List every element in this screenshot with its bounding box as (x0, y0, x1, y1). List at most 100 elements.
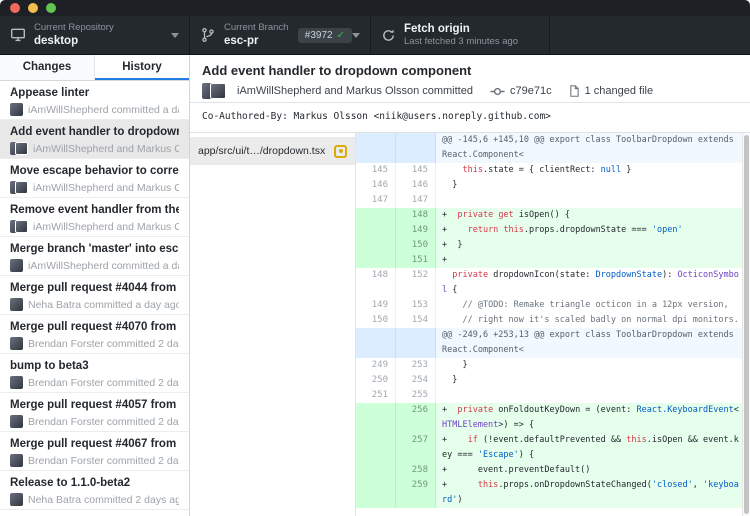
diff-gutter-old-line-number: 150 (356, 313, 396, 328)
diff-code-line: + return this.props.dropdownState === 'o… (436, 223, 742, 238)
diff-gutter-old-line-number: 146 (356, 178, 396, 193)
diff-gutter-old-line-number (356, 328, 396, 358)
diff-row: 250 254 } (356, 373, 742, 388)
diff-gutter-new-line-number (396, 328, 436, 358)
diff-code-line: this.state = { clientRect: null } (436, 163, 742, 178)
diff-code-line: } (436, 178, 742, 193)
commit-meta: iAmWillShepherd committed a day ago (10, 103, 179, 116)
diff-gutter-old-line-number (356, 478, 396, 508)
commit-list-item[interactable]: Merge pull request #4070 from desk.. Bren… (0, 315, 189, 354)
avatar (202, 83, 226, 99)
diff-gutter-new-line-number: 151 (396, 253, 436, 268)
tab-history[interactable]: History (94, 55, 189, 80)
diff-scrollbar (742, 133, 750, 516)
diff-gutter-new-line-number: 146 (396, 178, 436, 193)
diff-gutter-new-line-number: 147 (396, 193, 436, 208)
current-branch-button[interactable]: Current Branch esc-pr #3972 ✓ (190, 16, 371, 54)
diff-row: 258 + event.preventDefault() (356, 463, 742, 478)
commit-list-item[interactable]: Merge pull request #4067 from desk.. Bren… (0, 432, 189, 471)
file-modified-icon (334, 144, 347, 158)
chevron-down-icon (171, 32, 179, 38)
commit-meta: iAmWillShepherd and Markus Olsson… (10, 220, 179, 233)
commit-title: Remove event handler from the bran… (10, 204, 179, 216)
commit-title: Merge branch 'master' into esc-pr (10, 243, 179, 255)
avatar (10, 181, 28, 194)
diff-gutter-old-line-number: 251 (356, 388, 396, 403)
diff-row: 145 145 this.state = { clientRect: null } (356, 163, 742, 178)
main-panel: Add event handler to dropdown component … (190, 55, 750, 516)
avatar (10, 415, 23, 428)
commit-list-item[interactable]: Merge pull request #4057 from desk.. Bren… (0, 393, 189, 432)
diff-code-line: + private get isOpen() { (436, 208, 742, 223)
close-window-button[interactable] (10, 3, 20, 13)
diff-row: 251 255 (356, 388, 742, 403)
git-branch-icon (200, 27, 216, 43)
diff-gutter-new-line-number: 254 (396, 373, 436, 388)
commit-list-item[interactable]: Release to 1.1.0-beta2 Neha Batra committ… (0, 471, 189, 510)
diff-code-line: } (436, 373, 742, 388)
commit-list-item[interactable]: Move escape behavior to correct co… iAmWi… (0, 159, 189, 198)
minimize-window-button[interactable] (28, 3, 38, 13)
diff-row: 257 + if (!event.defaultPrevented && this… (356, 433, 742, 463)
app-window: Current Repository desktop Current Branc… (0, 0, 750, 516)
app-body: Changes History Appease linter iAmWillShe… (0, 55, 750, 516)
commit-list-item[interactable]: Merge pull request #4053 from d… (0, 510, 189, 516)
diff-gutter-old-line-number: 147 (356, 193, 396, 208)
commit-list-item[interactable]: bump to beta3 Brendan Forster committed 2… (0, 354, 189, 393)
commit-list-item[interactable]: Appease linter iAmWillShepherd committed … (0, 81, 189, 120)
branch-name: esc-pr (224, 35, 259, 47)
diff-code-line: @@ -145,6 +145,10 @@ export class Toolba… (436, 133, 742, 163)
file-list-item[interactable]: app/src/ui/t…/dropdown.tsx (190, 137, 355, 165)
diff-code-line: + event.preventDefault() (436, 463, 742, 478)
diff-gutter-new-line-number: 153 (396, 298, 436, 313)
fetch-origin-button[interactable]: Fetch origin Last fetched 3 minutes ago (371, 16, 550, 54)
diff-row: 256 + private onFoldoutKeyDown = (event: … (356, 403, 742, 433)
avatar (10, 142, 28, 155)
diff-row: 148 152 private dropdownIcon(state: Dropd… (356, 268, 742, 298)
repository-label: Current Repository (34, 22, 114, 33)
commit-meta-text: Brendan Forster committed 2 days ago (28, 337, 179, 350)
window-controls (10, 3, 56, 13)
commit-meta-text: iAmWillShepherd and Markus Olsson… (33, 181, 179, 194)
diff-row: @@ -249,6 +253,13 @@ export class Toolba… (356, 328, 742, 358)
diff-code-line: + if (!event.defaultPrevented && this.is… (436, 433, 742, 463)
diff-gutter-new-line-number: 149 (396, 223, 436, 238)
commit-title: Appease linter (10, 87, 90, 99)
commit-description: Co-Authored-By: Markus Olsson <niik@user… (190, 103, 750, 133)
commit-title: Add event handler to dropdown com… (10, 126, 179, 138)
changed-files-group: 1 changed file (568, 84, 653, 98)
commit-meta-text: iAmWillShepherd and Markus Olsson… (33, 142, 179, 155)
current-repository-button[interactable]: Current Repository desktop (0, 16, 190, 54)
diff-code-line: // right now it's scaled badly on normal… (436, 313, 742, 328)
commit-meta: iAmWillShepherd and Markus Olsson commit… (202, 83, 738, 99)
diff-gutter-old-line-number: 249 (356, 358, 396, 373)
diff-gutter-old-line-number (356, 433, 396, 463)
diff-code-line: @@ -249,6 +253,13 @@ export class Toolba… (436, 328, 742, 358)
zoom-window-button[interactable] (46, 3, 56, 13)
tab-changes[interactable]: Changes (0, 55, 94, 80)
sync-icon (381, 28, 396, 43)
commit-list-item[interactable]: Merge pull request #4044 from des… Neha B… (0, 276, 189, 315)
scrollbar-thumb[interactable] (744, 135, 749, 514)
diff-row: 259 + this.props.onDropdownStateChanged('… (356, 478, 742, 508)
commit-meta: iAmWillShepherd and Markus Olsson… (10, 142, 179, 155)
commit-meta: Neha Batra committed a day ago (10, 298, 179, 311)
commit-list-item[interactable]: Remove event handler from the bran… iAmWi… (0, 198, 189, 237)
toolbar: Current Repository desktop Current Branc… (0, 16, 750, 55)
commit-content: app/src/ui/t…/dropdown.tsx @@ -145,6 +14… (190, 133, 750, 516)
diff-row: @@ -145,6 +145,10 @@ export class Toolba… (356, 133, 742, 163)
commit-meta: Brendan Forster committed 2 days ago (10, 376, 179, 389)
commit-meta-text: iAmWillShepherd committed a day ago (28, 103, 179, 116)
diff-row: 149 153 // @TODO: Remake triangle octicon… (356, 298, 742, 313)
avatar (10, 103, 23, 116)
commit-list-item[interactable]: Merge branch 'master' into esc-pr iAmWill… (0, 237, 189, 276)
commit-list-item[interactable]: Add event handler to dropdown com… iAmWil… (0, 120, 189, 159)
diff-code-line: + (436, 253, 742, 268)
diff-gutter-old-line-number (356, 253, 396, 268)
ci-check-icon: ✓ (336, 29, 345, 41)
diff-gutter-new-line-number: 145 (396, 163, 436, 178)
commit-sha: c79e71c (509, 85, 552, 97)
fetch-text: Fetch origin Last fetched 3 minutes ago (404, 22, 518, 48)
avatar (10, 298, 23, 311)
